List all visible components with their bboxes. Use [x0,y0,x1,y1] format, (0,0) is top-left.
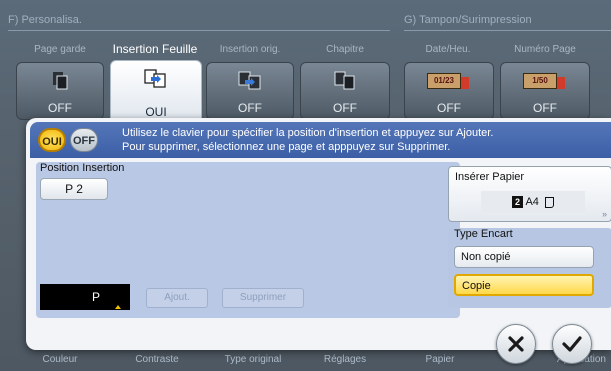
insertion-orig-icon [238,71,261,90]
tab-label-numero-page: Numéro Page [514,44,576,55]
tab-label-insertion-orig: Insertion orig. [219,44,281,55]
instruction-message: Utilisez le clavier pour spécifier la po… [122,126,493,154]
input-cursor-icon [115,305,121,309]
add-button[interactable]: Ajout. [146,288,208,308]
checkmark-icon [562,336,582,352]
position-panel: Position Insertion P 2 P Ajout. Supprime… [36,162,460,318]
tab-chapitre[interactable]: OFF [300,62,390,120]
message-bar: OUI OFF Utilisez le clavier pour spécifi… [30,122,611,158]
instruction-line-1: Utilisez le clavier pour spécifier la po… [122,127,494,139]
instruction-line-2: Pour supprimer, sélectionnez une page et… [122,141,451,153]
position-insertion-label: Position Insertion [40,162,125,174]
tab-insertion-feuille[interactable]: OUI [110,60,202,124]
option-non-copie[interactable]: Non copié [454,246,594,268]
tab-date-heure[interactable]: 01/23 OFF [404,62,494,120]
insertion-dialog: OUI OFF Utilisez le clavier pour spécifi… [26,118,611,350]
insertion-feuille-icon [144,69,166,88]
bottom-tab-type-original[interactable]: Type original [208,354,298,365]
bottom-tab-contraste[interactable]: Contraste [112,354,202,365]
date-heure-icon: 01/23 [427,73,461,89]
page-entry-item[interactable]: P 2 [40,178,108,200]
bottom-tab-couleur[interactable]: Couleur [20,354,100,365]
insert-paper-label: Insérer Papier [455,171,525,183]
tab-page-garde[interactable]: OFF [16,62,104,120]
option-copie[interactable]: Copie [454,274,594,296]
more-chevron-icon: » [601,209,607,219]
tab-state: OFF [533,101,557,115]
paper-orientation-icon [544,196,554,208]
tab-state: OFF [437,101,461,115]
section-divider [404,30,611,31]
tab-label-chapitre: Chapitre [326,44,364,55]
tab-state: OFF [333,101,357,115]
tab-label-page-garde: Page garde [34,44,86,55]
tab-numero-page[interactable]: 1/50 OFF [500,62,590,120]
insert-paper-button[interactable]: Insérer Papier 2 A4 » [448,166,611,222]
section-header-tampon: G) Tampon/Surimpression [404,14,532,26]
paper-size-value: A4 [525,196,539,208]
off-toggle-button[interactable]: OFF [70,128,98,152]
insert-type-panel: Type Encart Non copié Copie [448,228,611,308]
numero-page-icon: 1/50 [523,73,557,89]
tab-state: OFF [238,101,262,115]
page-garde-icon [53,72,68,90]
delete-button[interactable]: Supprimer [222,288,304,308]
stamp-icon [557,77,565,89]
options-panel: Insérer Papier 2 A4 » Type Encart Non co… [448,162,611,322]
tab-state: OFF [48,101,72,115]
bottom-tab-papier[interactable]: Papier [400,354,480,365]
section-divider [8,30,390,31]
tab-label-date-heure: Date/Heu. [425,44,471,55]
chapitre-icon [334,71,355,90]
tab-state: OUI [145,105,167,119]
paper-size-display: 2 A4 [481,191,585,213]
bottom-tab-reglages[interactable]: Réglages [300,354,390,365]
tab-insertion-orig[interactable]: OFF [206,62,294,120]
section-header-personnalisation: F) Personalisa. [8,14,82,26]
ok-button[interactable] [552,324,592,364]
tray-number-icon: 2 [512,196,523,209]
insert-type-label: Type Encart [454,228,513,240]
close-icon [508,336,524,352]
oui-toggle-button[interactable]: OUI [38,128,66,152]
stamp-icon [461,77,469,89]
cancel-button[interactable] [496,324,536,364]
tab-label-insertion-feuille: Insertion Feuille [112,42,198,56]
